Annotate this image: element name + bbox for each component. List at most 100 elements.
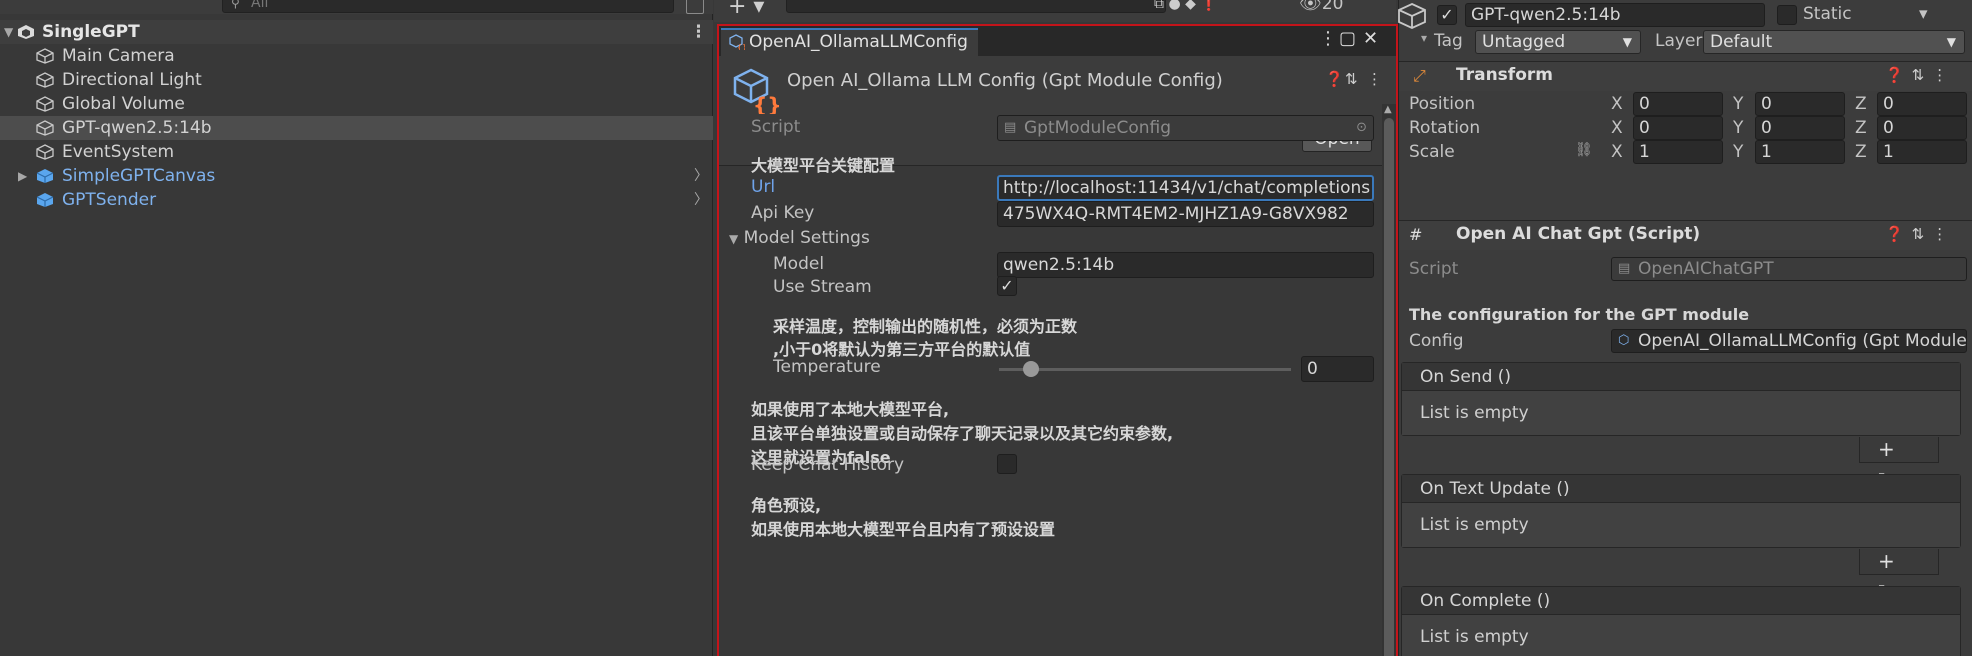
help-icon[interactable]: ❓ xyxy=(1325,70,1344,88)
hierarchy-item-global-volume[interactable]: Global Volume xyxy=(0,92,713,116)
script-file-icon: ▤ xyxy=(1004,120,1017,135)
temperature-label: Temperature xyxy=(773,357,881,377)
hierarchy-item-label: EventSystem xyxy=(62,142,175,162)
floating-inspector-window: {} OpenAI_OllamaLLMConfig ⋮ ▢ ✕ {} Open … xyxy=(717,24,1398,656)
add-remove-buttons[interactable]: + - xyxy=(1859,437,1939,485)
lock-icon[interactable] xyxy=(686,0,704,14)
hierarchy-item-directional-light[interactable]: Directional Light xyxy=(0,68,713,92)
hierarchy-item-gpt-qwen[interactable]: GPT-qwen2.5:14b xyxy=(0,116,713,140)
svg-text:{}: {} xyxy=(753,93,779,114)
chevron-right-icon[interactable]: 〉 xyxy=(694,164,708,188)
url-label: Url xyxy=(751,177,776,197)
temperature-input[interactable]: 0 xyxy=(1301,356,1374,382)
gameobject-icon xyxy=(36,48,54,64)
object-picker-icon[interactable]: ⊙ xyxy=(1356,116,1367,140)
gameobject-icon xyxy=(36,96,54,112)
scroll-up-icon[interactable]: ▲ xyxy=(1384,104,1392,115)
on-send-event: On Send () List is empty xyxy=(1401,362,1961,436)
scrollbar-thumb[interactable] xyxy=(1384,118,1394,656)
script-file-icon: ▤ xyxy=(1618,261,1631,276)
api-key-label: Api Key xyxy=(751,203,815,223)
model-settings-foldout[interactable]: ▼ Model Settings xyxy=(729,228,870,248)
on-complete-event: On Complete () List is empty xyxy=(1401,586,1961,656)
hierarchy-search-input[interactable]: ⚲ All xyxy=(222,0,674,13)
transform-header[interactable]: ⤢ Transform ❓⇅⋮ xyxy=(1399,61,1972,91)
scale-x-input[interactable]: 1 xyxy=(1633,140,1723,164)
temperature-slider-track[interactable] xyxy=(999,368,1291,371)
axis-x-label: X xyxy=(1611,94,1623,114)
position-x-input[interactable]: 0 xyxy=(1633,92,1723,116)
layer-dropdown[interactable]: Default ▼ xyxy=(1703,30,1965,54)
config-value: OpenAI_OllamaLLMConfig (Gpt Module Confi… xyxy=(1638,331,1967,351)
more-options-icon[interactable]: ⋮ xyxy=(1319,28,1337,49)
scrollbar[interactable]: ▲ xyxy=(1382,104,1396,656)
hierarchy-item-eventsystem[interactable]: EventSystem xyxy=(0,140,713,164)
close-icon[interactable]: ✕ xyxy=(1363,28,1378,49)
hierarchy-item-simplegptcanvas[interactable]: ▶ SimpleGPTCanvas 〉 xyxy=(0,164,713,188)
position-y-input[interactable]: 0 xyxy=(1755,92,1845,116)
event-name: On Text Update () xyxy=(1402,475,1960,503)
hierarchy-item-label: Main Camera xyxy=(62,46,175,66)
event-empty-text: List is empty xyxy=(1402,615,1960,656)
active-checkbox[interactable]: ✓ xyxy=(1437,5,1457,25)
axis-z-label: Z xyxy=(1855,118,1867,138)
axis-x-label: X xyxy=(1611,118,1623,138)
script-value: OpenAIChatGPT xyxy=(1638,259,1774,279)
api-key-input[interactable]: 475WX4Q-RMT4EM2-MJHZ1A9-G8VX982 xyxy=(997,201,1374,227)
scene-search-input[interactable] xyxy=(786,0,1166,13)
model-input[interactable]: qwen2.5:14b xyxy=(997,252,1374,278)
static-checkbox[interactable] xyxy=(1777,5,1797,25)
rotation-x-input[interactable]: 0 xyxy=(1633,116,1723,140)
more-options-icon[interactable]: ⋮ xyxy=(1367,70,1382,88)
add-icon[interactable]: + ▾ xyxy=(728,0,764,19)
scene-row[interactable]: ▼ SingleGPT ⋮ xyxy=(0,20,713,44)
tag-dropdown[interactable]: Untagged ▼ xyxy=(1475,30,1641,54)
eye-icon[interactable]: 👁20 xyxy=(1299,0,1344,14)
event-empty-text: List is empty xyxy=(1402,503,1960,547)
search-placeholder: All xyxy=(251,0,269,11)
constrain-proportions-icon[interactable]: ⛓ xyxy=(1575,142,1593,158)
config-label: Config xyxy=(1409,331,1464,351)
expand-arrow-icon[interactable]: ▶ xyxy=(18,164,27,188)
axis-x-label: X xyxy=(1611,142,1623,162)
script-field[interactable]: ▤ OpenAIChatGPT xyxy=(1611,257,1967,281)
add-remove-buttons[interactable]: + - xyxy=(1859,549,1939,597)
hierarchy-item-label: Directional Light xyxy=(62,70,202,90)
object-name-input[interactable]: GPT-qwen2.5:14b xyxy=(1465,3,1765,27)
script-icon: # xyxy=(1409,225,1423,244)
scale-label: Scale xyxy=(1409,142,1455,162)
position-z-input[interactable]: 0 xyxy=(1877,92,1967,116)
component-icons[interactable]: ❓⇅⋮ xyxy=(1885,66,1955,84)
use-stream-checkbox[interactable]: ✓ xyxy=(997,276,1017,296)
maximize-icon[interactable]: ▢ xyxy=(1339,28,1356,49)
scale-y-input[interactable]: 1 xyxy=(1755,140,1845,164)
transform-icon: ⤢ xyxy=(1413,66,1426,85)
scene-tool-icons[interactable]: ⧉ ● ◆ ❗ xyxy=(1154,0,1218,12)
layer-label: Layer xyxy=(1655,31,1703,51)
tab-title: OpenAI_OllamaLLMConfig xyxy=(749,32,968,52)
script-value: GptModuleConfig xyxy=(1024,118,1171,138)
static-dropdown-icon[interactable]: ▾ xyxy=(1919,4,1928,24)
rotation-z-input[interactable]: 0 xyxy=(1877,116,1967,140)
visibility-count: 20 xyxy=(1321,0,1344,14)
presets-icon[interactable]: ⇅ xyxy=(1345,70,1358,88)
rotation-y-input[interactable]: 0 xyxy=(1755,116,1845,140)
keep-history-checkbox[interactable] xyxy=(997,454,1017,474)
chatgpt-script-header[interactable]: # Open AI Chat Gpt (Script) ❓⇅⋮ xyxy=(1399,220,1972,250)
scene-name: SingleGPT xyxy=(42,22,140,42)
scale-z-input[interactable]: 1 xyxy=(1877,140,1967,164)
script-field[interactable]: ▤ GptModuleConfig ⊙ xyxy=(997,115,1374,141)
chevron-right-icon[interactable]: 〉 xyxy=(694,188,708,212)
hierarchy-item-label: GPT-qwen2.5:14b xyxy=(62,118,212,138)
hierarchy-item-main-camera[interactable]: Main Camera xyxy=(0,44,713,68)
scriptable-object-icon: {} xyxy=(729,34,745,50)
static-label: Static xyxy=(1803,4,1852,24)
expand-arrow-icon[interactable]: ▼ xyxy=(4,20,13,44)
config-object-field[interactable]: ⬡ OpenAI_OllamaLLMConfig (Gpt Module Con… xyxy=(1611,329,1967,353)
more-options-icon[interactable]: ⋮ xyxy=(690,20,707,44)
temperature-slider-handle[interactable] xyxy=(1023,361,1039,377)
hierarchy-item-gptsender[interactable]: GPTSender 〉 xyxy=(0,188,713,212)
url-input[interactable]: http://localhost:11434/v1/chat/completio… xyxy=(997,175,1374,201)
tab-openai-ollama-config[interactable]: {} OpenAI_OllamaLLMConfig xyxy=(721,28,978,56)
component-icons[interactable]: ❓⇅⋮ xyxy=(1885,225,1955,243)
